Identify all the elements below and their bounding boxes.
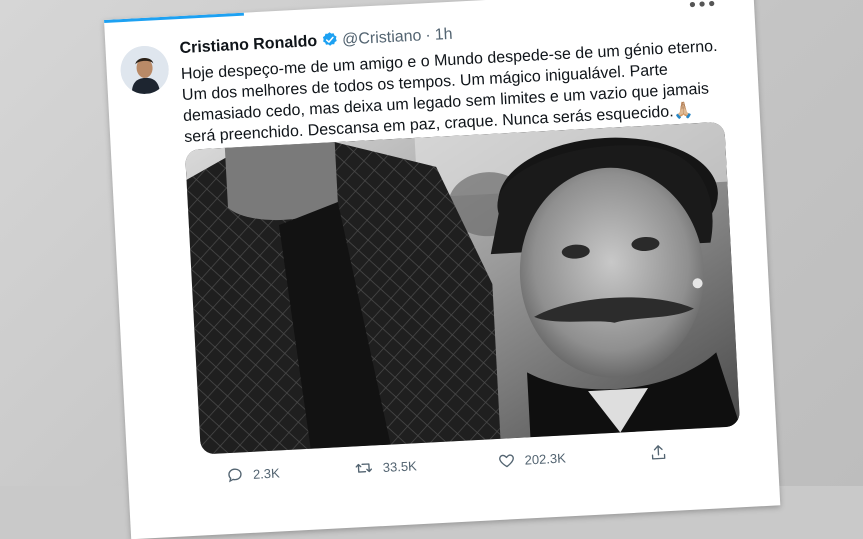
heart-icon: [499, 454, 514, 468]
like-button[interactable]: 202.3K: [497, 448, 566, 470]
reply-count: 2.3K: [252, 464, 281, 482]
avatar[interactable]: [119, 44, 170, 96]
reply-icon: [228, 468, 242, 483]
header-separator: ·: [424, 26, 432, 45]
share-button[interactable]: [649, 443, 677, 462]
author-handle[interactable]: @Cristiano: [342, 27, 422, 48]
like-count: 202.3K: [524, 449, 567, 468]
tweet-card: ••• Cristiano Ronaldo @Cristiano · 1h Hoje …: [104, 0, 781, 539]
reply-button[interactable]: 2.3K: [226, 463, 281, 484]
share-icon: [651, 445, 666, 460]
retweet-button[interactable]: 33.5K: [353, 456, 417, 477]
tweet-timestamp[interactable]: 1h: [434, 26, 453, 44]
verified-badge-icon: [321, 31, 339, 56]
tweet-photo[interactable]: [184, 121, 741, 455]
retweet-count: 33.5K: [382, 457, 418, 475]
author-name[interactable]: Cristiano Ronaldo: [179, 33, 317, 57]
retweet-icon: [355, 463, 373, 473]
